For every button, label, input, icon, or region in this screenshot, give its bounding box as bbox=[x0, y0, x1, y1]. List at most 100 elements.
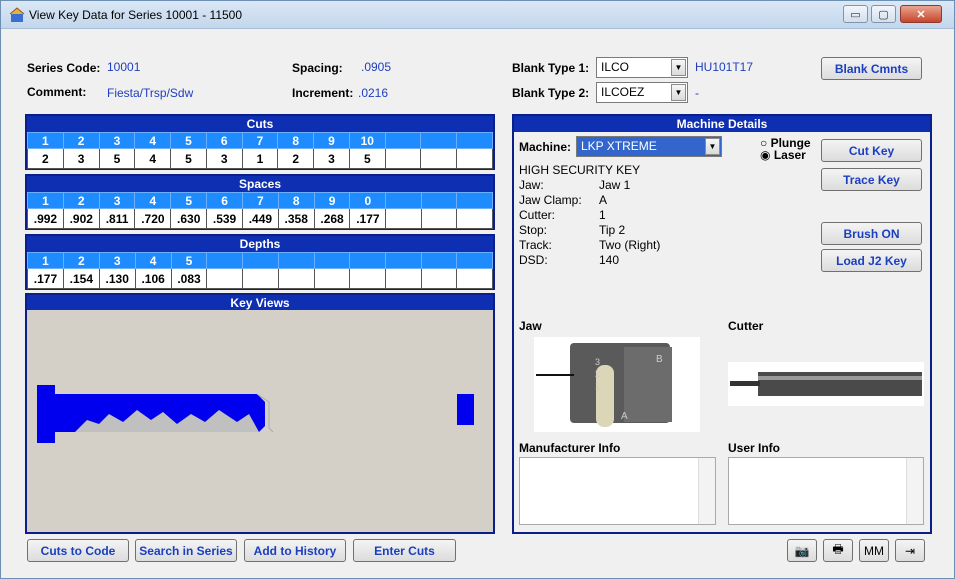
cuts-panel: Cuts 1 2 3 4 5 6 7 8 9 10 2 3 5 4 5 3 1 2 3 5 bbox=[25, 114, 495, 170]
laser-radio[interactable]: ◉ Laser bbox=[760, 148, 806, 162]
cuts.headers-cell bbox=[420, 132, 458, 149]
scrollbar[interactable] bbox=[906, 458, 923, 524]
printer-icon[interactable]: 🖶 bbox=[823, 539, 853, 562]
depths.headers-cell: 4 bbox=[134, 252, 172, 269]
minimize-button[interactable]: ▭ bbox=[843, 5, 868, 23]
blank-type-2-select[interactable]: ILCOEZ ▼ bbox=[596, 82, 688, 103]
machine-label: Machine: bbox=[519, 140, 572, 154]
key-views-title: Key Views bbox=[27, 295, 493, 311]
cuts.values-cell: 2 bbox=[277, 148, 315, 169]
cut-key-button[interactable]: Cut Key bbox=[821, 139, 922, 162]
laser-label: Laser bbox=[773, 148, 806, 162]
increment-label: Increment: bbox=[292, 86, 354, 100]
series-code-value: 10001 bbox=[107, 60, 141, 74]
spaces.values-cell: .811 bbox=[98, 208, 136, 229]
close-button[interactable]: ✕ bbox=[900, 5, 942, 23]
add-to-history-button[interactable]: Add to History bbox=[244, 539, 346, 562]
depths-table: 1 2 3 4 5 .177.154.130.106.083 bbox=[27, 252, 493, 289]
machine-spec-value: A bbox=[599, 193, 608, 207]
depths.headers-cell bbox=[242, 252, 279, 269]
search-in-series-button[interactable]: Search in Series bbox=[135, 539, 237, 562]
load-j2-key-button[interactable]: Load J2 Key bbox=[821, 249, 922, 272]
cuts-table: 1 2 3 4 5 6 7 8 9 10 2 3 5 4 5 3 1 2 3 5 bbox=[27, 132, 493, 169]
cutter-image bbox=[728, 362, 924, 406]
comment-label: Comment: bbox=[27, 85, 87, 99]
cuts.values-cell: 5 bbox=[348, 148, 386, 169]
machine-details-title: Machine Details bbox=[514, 116, 930, 132]
jaw-image: 3 2 1 A B bbox=[534, 337, 700, 432]
jaw-mark-2: 2 bbox=[595, 369, 600, 379]
cutter-label: Cutter bbox=[728, 319, 764, 333]
depths.values-cell: .130 bbox=[98, 268, 136, 289]
cuts.values-cell: 2 bbox=[27, 148, 64, 169]
spaces.headers-cell: 0 bbox=[349, 192, 387, 209]
mm-button[interactable]: MM bbox=[859, 539, 889, 562]
chevron-down-icon[interactable]: ▼ bbox=[671, 84, 686, 101]
machine-spec-key: Track: bbox=[519, 238, 552, 252]
cuts.values-cell: 3 bbox=[62, 148, 100, 169]
blank-comments-button[interactable]: Blank Cmnts bbox=[821, 57, 922, 80]
depths.headers-cell bbox=[313, 252, 351, 269]
cuts.headers-cell bbox=[456, 132, 493, 149]
brush-on-button[interactable]: Brush ON bbox=[821, 222, 922, 245]
spaces.headers-cell: 5 bbox=[170, 192, 208, 209]
cuts.headers-cell: 5 bbox=[170, 132, 207, 149]
chevron-down-icon[interactable]: ▼ bbox=[671, 59, 686, 76]
cuts-to-code-button[interactable]: Cuts to Code bbox=[27, 539, 129, 562]
depths.headers-cell bbox=[456, 252, 493, 269]
cuts.headers-cell: 6 bbox=[205, 132, 243, 149]
user-info-textarea[interactable] bbox=[728, 457, 924, 525]
depths.values-cell bbox=[313, 268, 351, 289]
spaces.values-cell: .720 bbox=[134, 208, 172, 229]
cuts.values-cell: 1 bbox=[241, 148, 279, 169]
spaces.values-cell bbox=[456, 208, 493, 229]
enter-cuts-button[interactable]: Enter Cuts bbox=[353, 539, 456, 562]
spaces.headers-cell bbox=[456, 192, 493, 209]
depths.headers-cell bbox=[384, 252, 422, 269]
exit-icon[interactable]: ⇥ bbox=[895, 539, 925, 562]
depths.headers-cell bbox=[349, 252, 386, 269]
trace-key-button[interactable]: Trace Key bbox=[821, 168, 922, 191]
cuts.headers-cell bbox=[384, 132, 422, 149]
cuts.values-cell bbox=[384, 148, 422, 169]
comment-value: Fiesta/Trsp/Sdw bbox=[107, 86, 194, 100]
machine-spec-key: Stop: bbox=[519, 223, 548, 237]
blank-type-1-value: ILCO bbox=[601, 60, 630, 74]
app-icon bbox=[9, 7, 25, 22]
machine-spec-value: Tip 2 bbox=[599, 223, 626, 237]
machine-value: LKP XTREME bbox=[581, 139, 657, 153]
spaces.values-cell bbox=[420, 208, 458, 229]
spaces.values-cell: .268 bbox=[313, 208, 351, 229]
machine-details-panel: Machine Details Machine: LKP XTREME ▼ ○ … bbox=[512, 114, 932, 534]
spaces.values-cell: .177 bbox=[349, 208, 387, 229]
machine-spec-key: DSD: bbox=[519, 253, 548, 267]
cuts.values-cell: 5 bbox=[170, 148, 207, 169]
spaces.values-cell: .630 bbox=[170, 208, 208, 229]
depths.headers-cell bbox=[277, 252, 315, 269]
depths.values-cell bbox=[456, 268, 493, 289]
depths.values-cell bbox=[349, 268, 386, 289]
cuts.headers-cell: 2 bbox=[62, 132, 100, 149]
depths.values-cell: .083 bbox=[170, 268, 208, 289]
key-profile-drawing bbox=[37, 385, 474, 443]
depths.headers-cell: 1 bbox=[27, 252, 64, 269]
depths-title: Depths bbox=[27, 236, 493, 252]
key-view-canvas bbox=[25, 310, 495, 534]
series-code-label: Series Code: bbox=[27, 61, 101, 75]
camera-icon[interactable]: 📷 bbox=[787, 539, 817, 562]
maximize-button[interactable]: ▢ bbox=[871, 5, 896, 23]
spaces.values-cell: .358 bbox=[277, 208, 315, 229]
manufacturer-info-textarea[interactable] bbox=[519, 457, 716, 525]
spaces.headers-cell: 4 bbox=[134, 192, 172, 209]
machine-select[interactable]: LKP XTREME ▼ bbox=[576, 136, 722, 157]
key-views-header: Key Views bbox=[25, 293, 495, 311]
depths-panel: Depths 1 2 3 4 5 .177.154.130.106.083 bbox=[25, 234, 495, 290]
scrollbar[interactable] bbox=[698, 458, 715, 524]
blank-type-1-select[interactable]: ILCO ▼ bbox=[596, 57, 688, 78]
machine-spec-value: 140 bbox=[599, 253, 620, 267]
depths.headers-cell: 2 bbox=[62, 252, 100, 269]
machine-spec-value: Jaw 1 bbox=[599, 178, 631, 192]
blank-type-1-code: HU101T17 bbox=[695, 60, 754, 74]
chevron-down-icon[interactable]: ▼ bbox=[705, 138, 720, 155]
depths.headers-cell bbox=[420, 252, 458, 269]
